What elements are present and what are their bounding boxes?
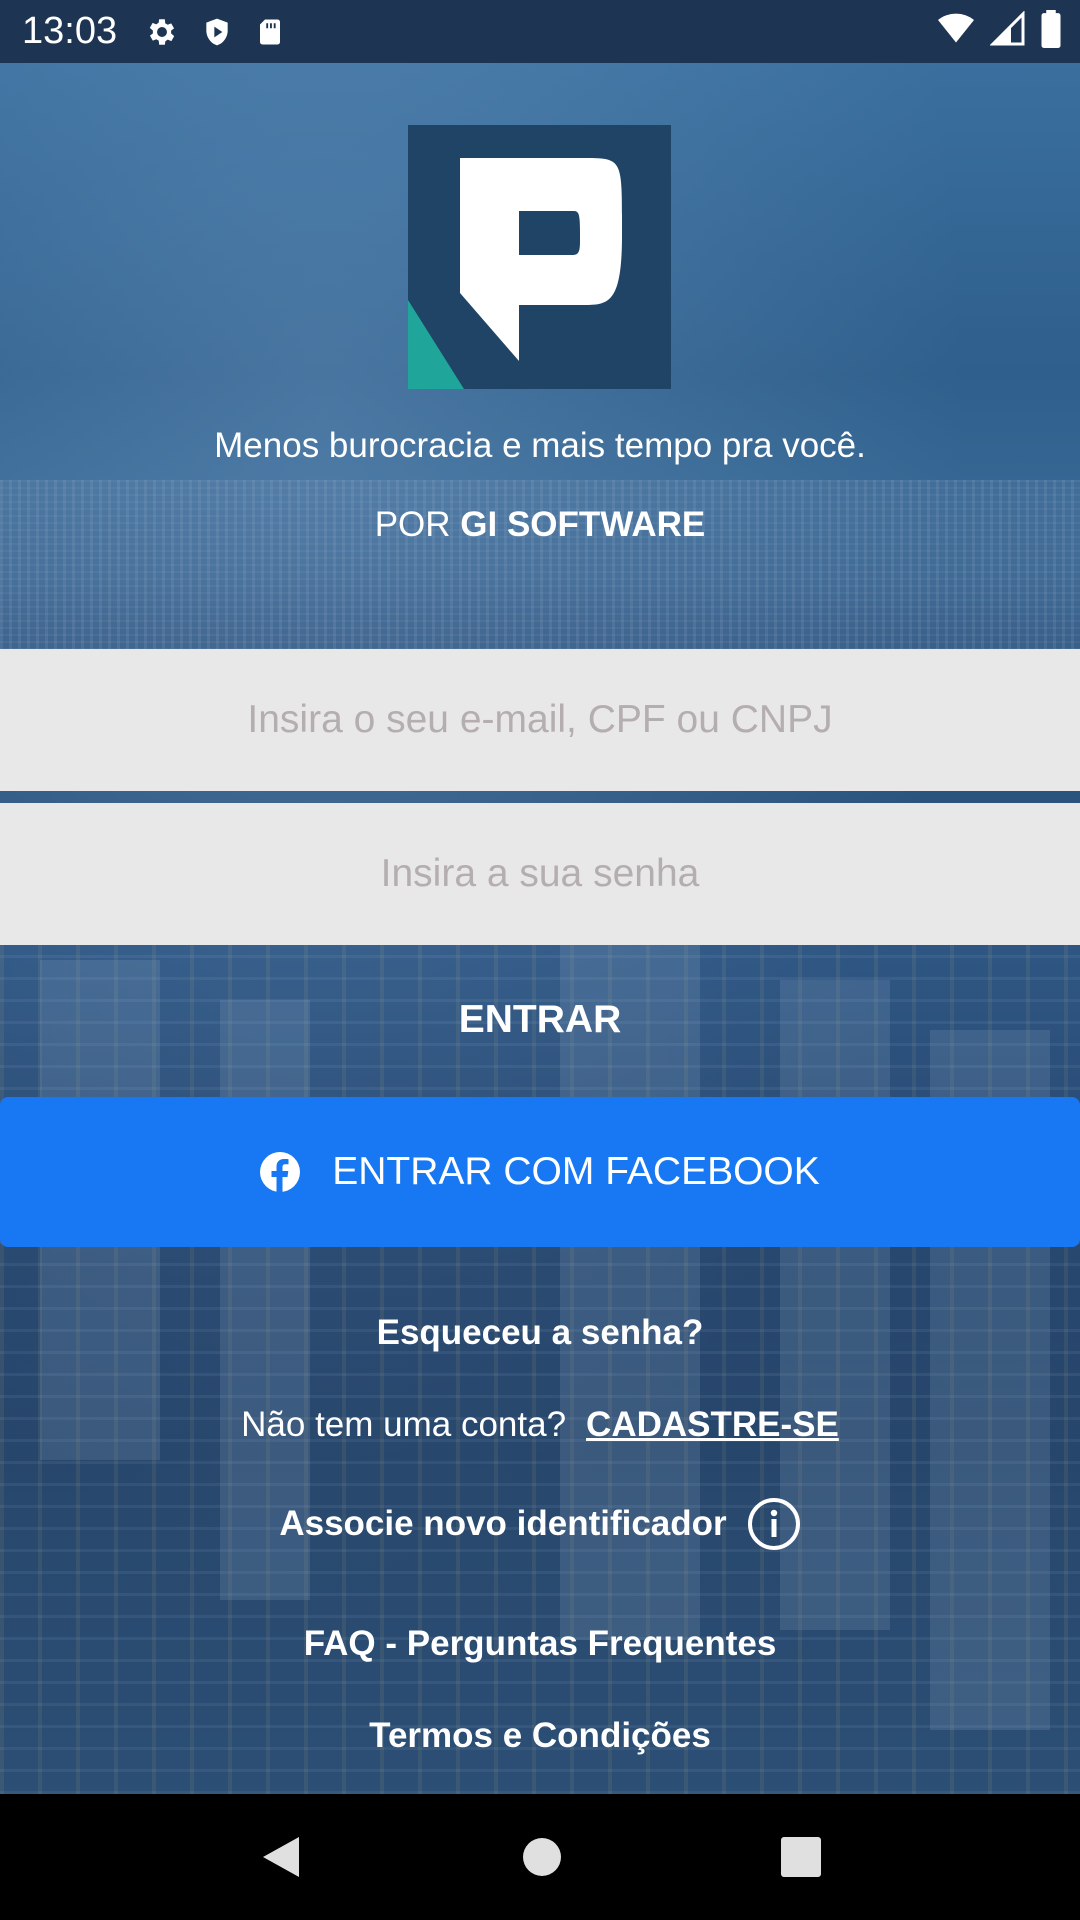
forgot-password-link[interactable]: Esqueceu a senha?: [0, 1313, 1080, 1353]
associate-identifier-label: Associe novo identificador: [279, 1504, 727, 1543]
back-icon[interactable]: [259, 1833, 303, 1881]
tagline: Menos burocracia e mais tempo pra você.: [214, 426, 866, 465]
wifi-icon: [938, 13, 974, 43]
signal-icon: [990, 11, 1025, 46]
terms-link[interactable]: Termos e Condições: [0, 1716, 1080, 1756]
facebook-icon: [260, 1152, 301, 1192]
app-logo: [408, 125, 671, 389]
facebook-login-button[interactable]: ENTRAR COM FACEBOOK: [0, 1097, 1080, 1247]
home-icon[interactable]: [521, 1836, 563, 1878]
signup-link[interactable]: CADASTRE-SE: [586, 1405, 839, 1445]
status-time: 13:03: [22, 10, 118, 52]
byline: POR GI SOFTWARE: [0, 505, 1080, 545]
shield-icon: [206, 18, 228, 45]
battery-icon: [1041, 10, 1061, 48]
facebook-button-label: ENTRAR COM FACEBOOK: [332, 1150, 820, 1193]
signup-row: Não tem uma conta? CADASTRE-SE: [0, 1405, 1080, 1445]
byline-prefix: POR: [374, 505, 461, 544]
faq-link[interactable]: FAQ - Perguntas Frequentes: [0, 1624, 1080, 1664]
byline-brand: GI SOFTWARE: [460, 505, 706, 544]
settings-icon: [149, 18, 175, 45]
password-input[interactable]: [0, 803, 1080, 945]
sd-card-icon: [260, 19, 281, 44]
login-button[interactable]: ENTRAR: [0, 960, 1080, 1080]
email-cpf-cnpj-input[interactable]: [0, 649, 1080, 791]
recents-icon[interactable]: [781, 1837, 821, 1877]
associate-identifier-row[interactable]: Associe novo identificador: [0, 1497, 1080, 1551]
navigation-bar: [0, 1794, 1080, 1920]
info-icon[interactable]: [747, 1497, 801, 1551]
status-bar: 13:03: [0, 0, 1080, 63]
no-account-text: Não tem uma conta?: [241, 1405, 567, 1444]
